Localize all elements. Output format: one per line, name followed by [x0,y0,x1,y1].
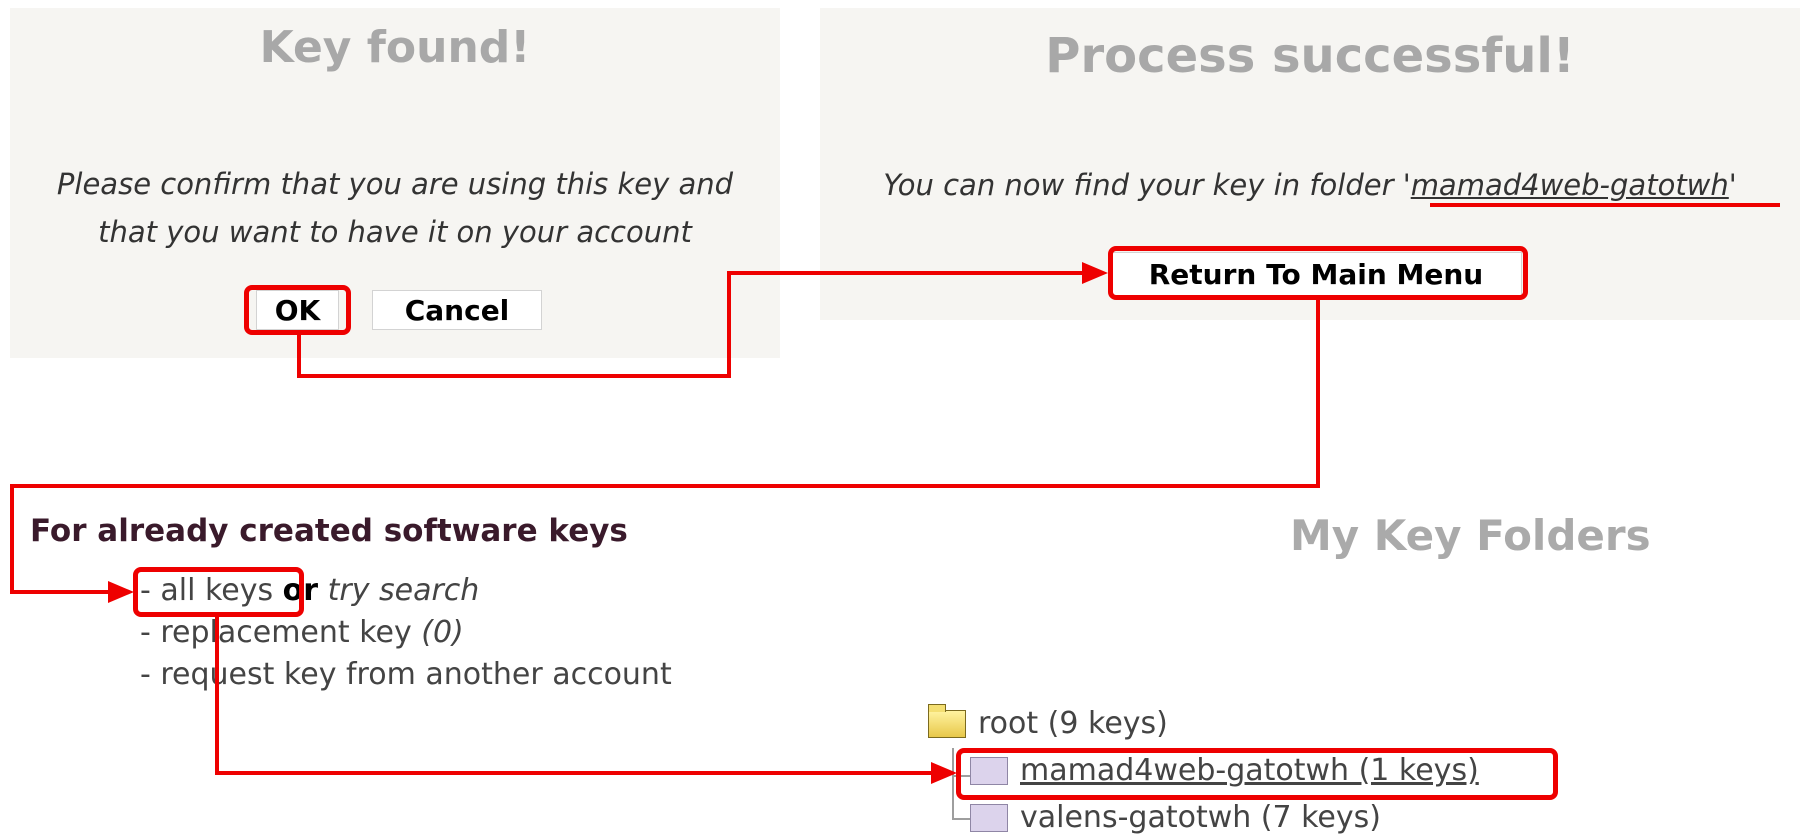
tree-item-root[interactable]: root (9 keys) [928,703,1168,741]
tree-item-valens[interactable]: valens-gatotwh (7 keys) [970,800,1381,835]
folder-name-underline [1430,203,1780,207]
connector-to-return [727,271,1087,275]
connector-return-left [10,484,1320,488]
ok-highlight-box [244,285,351,335]
return-highlight-box [1108,246,1528,300]
confirm-message-line-1: Please confirm that you are using this k… [56,167,734,201]
success-folder-link[interactable]: mamad4web-gatotwh [1411,168,1729,202]
my-key-folders-title: My Key Folders [1290,511,1651,560]
connector-return-down [1316,298,1320,488]
folder-icon [970,803,1008,832]
tree-item-valens-label: valens-gatotwh (7 keys) [1020,800,1381,835]
tree-connector-branch-2 [952,818,972,820]
software-keys-heading: For already created software keys [30,513,628,549]
tree-item-root-label: root (9 keys) [978,706,1168,741]
arrow-to-all-keys-icon [108,581,134,603]
cancel-button[interactable]: Cancel [372,290,542,330]
request-key-link[interactable]: - request key from another account [140,654,672,696]
connector-to-folder [215,771,933,775]
tree-connector-vertical [952,748,954,820]
folder-highlight-box [956,748,1558,800]
replacement-key-row: - replacement key (0) [140,612,672,654]
success-message-prefix: You can now find your key in folder ' [883,168,1411,202]
connector-ok-up [727,271,731,378]
replacement-key-link[interactable]: - replacement key [140,615,412,650]
folder-open-icon [928,703,966,738]
connector-to-all-keys [10,590,110,594]
confirm-message-line-2: that you want to have it on your account [98,215,692,249]
arrow-to-return-icon [1082,262,1108,284]
connector-all-keys-down [215,615,219,775]
connector-left-down [10,484,14,594]
connector-ok-down [297,333,301,378]
arrow-to-folder-icon [931,762,957,784]
replacement-key-count: (0) [421,615,464,650]
success-message: You can now find your key in folder 'mam… [820,168,1800,202]
process-successful-title: Process successful! [1045,28,1575,84]
try-search-link[interactable]: try search [328,573,480,608]
all-keys-highlight-box [133,567,304,617]
success-message-suffix: ' [1728,168,1737,202]
confirm-message: Please confirm that you are using this k… [10,160,780,256]
key-found-title: Key found! [259,22,531,73]
connector-ok-right [297,374,731,378]
